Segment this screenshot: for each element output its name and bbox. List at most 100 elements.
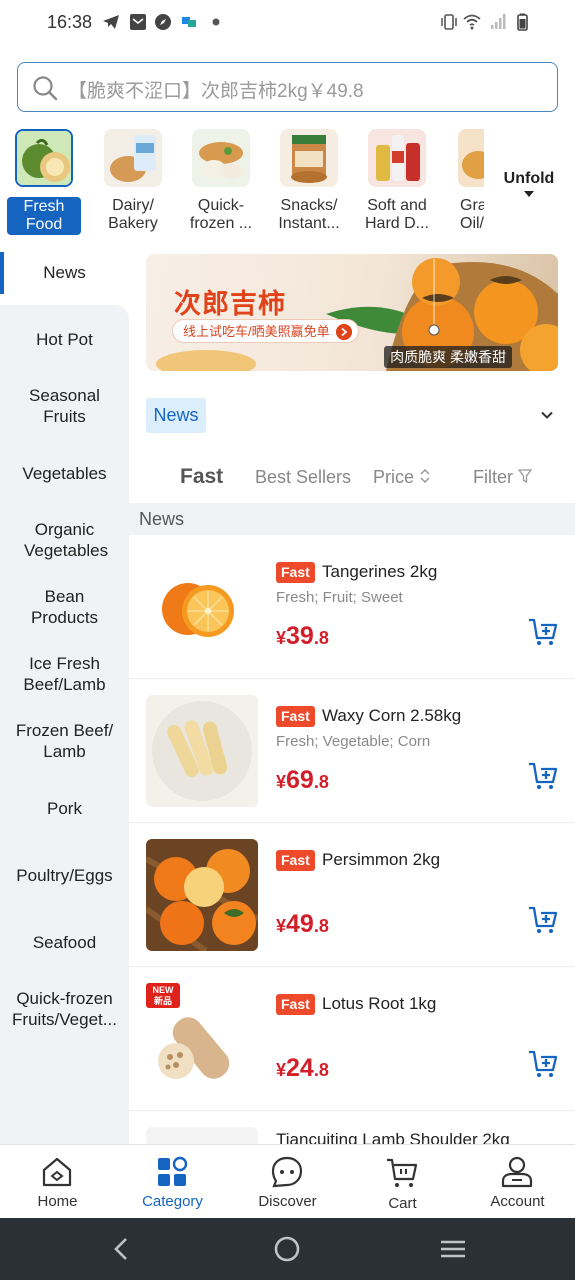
banner-caption: 肉质脆爽 柔嫩香甜 [384, 346, 512, 368]
category-grain-oil[interactable]: Gra Oil/ [448, 129, 484, 233]
search-placeholder: 【脆爽不涩口】次郎吉柿2kg￥49.8 [68, 81, 364, 102]
sidebar-item-seasonal-fruits[interactable]: Seasonal Fruits [0, 385, 129, 427]
category-fresh-food[interactable]: Fresh Food [7, 129, 81, 235]
category-soft-hard-drinks[interactable]: Soft and Hard D... [360, 129, 434, 233]
category-label: Fresh Food [7, 197, 81, 235]
category-image [192, 129, 250, 187]
price-decimal: .8 [313, 1060, 329, 1080]
recents-icon[interactable] [439, 1235, 467, 1263]
dot-icon [212, 18, 220, 26]
system-nav-bar [0, 1218, 575, 1280]
chevron-down-icon[interactable] [540, 408, 554, 422]
nav-discover[interactable]: Discover [230, 1145, 345, 1219]
price-decimal: .8 [313, 628, 329, 648]
sort-tab-filter[interactable]: Filter [473, 467, 533, 488]
price-decimal: .8 [313, 916, 329, 936]
product-price: ¥24.8 [276, 1054, 329, 1083]
product-price: ¥69.8 [276, 766, 329, 795]
back-icon[interactable] [108, 1235, 136, 1263]
sort-tab-price[interactable]: Price [373, 467, 431, 488]
sidebar-item-seafood[interactable]: Seafood [0, 932, 129, 953]
product-price: ¥49.8 [276, 910, 329, 939]
search-icon [33, 76, 58, 101]
add-to-cart-icon[interactable] [527, 616, 559, 648]
category-image [280, 129, 338, 187]
category-label: Soft and Hard D... [364, 197, 429, 232]
product-name: Tangerines 2kg [322, 562, 438, 581]
add-to-cart-icon[interactable] [527, 760, 559, 792]
sidebar-item-bean-products[interactable]: Bean Products [0, 586, 129, 628]
banner-title: 次郎吉柿 [174, 289, 286, 319]
product-image-waxy-corn [146, 695, 258, 807]
category-dairy-bakery[interactable]: Dairy/ Bakery [96, 129, 170, 233]
sidebar-item-pork[interactable]: Pork [0, 798, 129, 819]
sidebar-item-frozen-beef-lamb[interactable]: Frozen Beef/ Lamb [0, 720, 129, 762]
promo-banner[interactable]: 次郎吉柿 线上试吃车/晒美照赢免单 肉质脆爽 柔嫩香甜 [146, 254, 558, 371]
filter-chip-news[interactable]: News [146, 398, 206, 433]
price-integer: 49 [286, 910, 314, 938]
fast-tag: Fast [276, 994, 315, 1015]
filter-label: Filter [473, 467, 513, 487]
nav-account[interactable]: Account [460, 1145, 575, 1219]
nav-account-label: Account [490, 1193, 545, 1210]
sort-tab-fast[interactable]: Fast [180, 465, 223, 489]
category-label: Quick- frozen ... [189, 197, 253, 232]
sidebar-item-quick-frozen-fruits[interactable]: Quick-frozen Fruits/Veget... [0, 988, 129, 1030]
search-input[interactable]: 【脆爽不涩口】次郎吉柿2kg￥49.8 [17, 62, 558, 112]
sidebar-item-vegetables[interactable]: Vegetables [0, 463, 129, 484]
vibrate-icon [441, 14, 457, 30]
sidebar-item-news[interactable]: News [0, 262, 129, 283]
nav-home-label: Home [37, 1193, 78, 1210]
nav-cart-label: Cart [388, 1195, 417, 1212]
sort-tab-best-sellers[interactable]: Best Sellers [255, 467, 351, 488]
product-desc: Fresh; Vegetable; Corn [276, 733, 431, 750]
section-header: News [129, 503, 575, 535]
home-circle-icon[interactable] [273, 1235, 301, 1263]
product-image-tangerines [146, 551, 258, 663]
filter-funnel-icon [517, 469, 533, 484]
section-title: News [139, 509, 185, 529]
product-row[interactable]: Fast Persimmon 2kg ¥49.8 [129, 823, 575, 967]
category-image [368, 129, 426, 187]
category-fade [484, 126, 500, 238]
price-currency: ¥ [276, 1060, 287, 1080]
compass-icon [155, 14, 171, 30]
sidebar-item-hot-pot[interactable]: Hot Pot [0, 329, 129, 350]
category-label: Snacks/ Instant... [278, 197, 340, 232]
price-integer: 24 [286, 1054, 314, 1082]
category-image [104, 129, 162, 187]
nav-home[interactable]: Home [0, 1145, 115, 1219]
banner-pill: 线上试吃车/晒美照赢免单 [172, 319, 359, 343]
home-icon [42, 1157, 72, 1187]
product-row[interactable]: Fast Waxy Corn 2.58kg Fresh; Vegetable; … [129, 679, 575, 823]
product-row[interactable]: Fast Tangerines 2kg Fresh; Fruit; Sweet … [129, 535, 575, 679]
battery-icon [517, 13, 528, 31]
category-label: Gra Oil/ [460, 197, 484, 232]
fast-tag: Fast [276, 562, 315, 583]
sidebar-item-poultry-eggs[interactable]: Poultry/Eggs [0, 865, 129, 886]
price-decimal: .8 [313, 772, 329, 792]
price-currency: ¥ [276, 628, 287, 648]
wifi-icon [463, 14, 481, 30]
signal-icon [491, 14, 506, 29]
caret-down-icon [524, 191, 534, 197]
account-icon [501, 1156, 533, 1188]
category-quick-frozen[interactable]: Quick- frozen ... [184, 129, 258, 233]
category-icon [158, 1156, 188, 1186]
sidebar-item-organic-vegetables[interactable]: Organic Vegetables [0, 519, 129, 561]
price-currency: ¥ [276, 916, 287, 936]
nav-cart[interactable]: Cart [345, 1145, 460, 1219]
sidebar-item-ice-fresh-beef-lamb[interactable]: Ice Fresh Beef/Lamb [0, 653, 129, 695]
add-to-cart-icon[interactable] [527, 904, 559, 936]
category-snacks[interactable]: Snacks/ Instant... [272, 129, 346, 233]
product-row[interactable]: NEW 新品 Fast Lotus Root 1kg ¥24.8 [129, 967, 575, 1111]
price-currency: ¥ [276, 772, 287, 792]
product-name: Persimmon 2kg [322, 850, 441, 869]
fast-tag: Fast [276, 706, 315, 727]
sidebar-corner [0, 305, 129, 319]
add-to-cart-icon[interactable] [527, 1048, 559, 1080]
unfold-button[interactable]: Unfold [500, 170, 558, 188]
sort-price-label: Price [373, 467, 415, 487]
category-label: Dairy/ Bakery [108, 197, 158, 232]
nav-category[interactable]: Category [115, 1145, 230, 1219]
